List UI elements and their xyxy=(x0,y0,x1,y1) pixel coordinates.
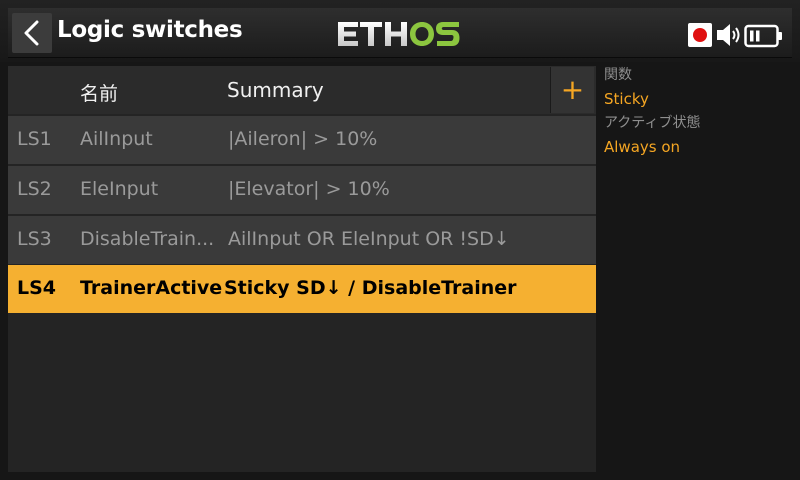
row-id: LS4 xyxy=(17,277,57,299)
table-row-selected[interactable]: LS4 TrainerActive Sticky SD↓ / DisableTr… xyxy=(8,265,596,313)
row-summary: |Aileron| > 10% xyxy=(228,128,378,150)
page-title: Logic switches xyxy=(57,17,243,43)
back-button[interactable] xyxy=(12,13,52,53)
details-panel: 関数 Sticky アクティブ状態 Always on xyxy=(604,66,794,162)
table-row[interactable]: LS2 EleInput |Elevator| > 10% xyxy=(8,166,596,214)
row-name: TrainerActive xyxy=(80,277,223,299)
row-name: EleInput xyxy=(80,178,159,200)
record-icon xyxy=(688,23,712,47)
column-header-summary: Summary xyxy=(227,78,324,102)
row-summary: |Elevator| > 10% xyxy=(228,178,390,200)
back-arrow-icon xyxy=(24,20,39,46)
function-label: 関数 xyxy=(604,67,632,83)
row-name: DisableTrain... xyxy=(80,228,215,250)
battery-icon xyxy=(744,24,782,48)
row-id: LS2 xyxy=(17,178,52,200)
table-row[interactable]: LS3 DisableTrain... AilInput OR EleInput… xyxy=(8,216,596,264)
speaker-icon xyxy=(717,24,740,46)
row-id: LS1 xyxy=(17,128,52,150)
row-name: AilInput xyxy=(80,128,153,150)
row-summary: AilInput OR EleInput OR !SD↓ xyxy=(228,228,510,250)
table-row[interactable]: LS1 AilInput |Aileron| > 10% xyxy=(8,116,596,164)
function-value: Sticky xyxy=(604,90,649,108)
add-icon: + xyxy=(560,73,585,106)
top-bar: Logic switches xyxy=(0,0,800,62)
row-summary: Sticky SD↓ / DisableTrainer xyxy=(224,277,517,299)
active-state-value: Always on xyxy=(604,138,681,156)
logic-switch-table: 名前 Summary + LS1 AilInput |Aileron| > 10… xyxy=(8,66,596,472)
ethos-logo xyxy=(338,22,460,46)
column-header-name: 名前 xyxy=(80,83,119,105)
add-button[interactable]: + xyxy=(550,67,594,113)
row-id: LS3 xyxy=(17,228,52,250)
table-header: 名前 Summary + xyxy=(8,66,596,114)
active-state-label: アクティブ状態 xyxy=(604,115,701,131)
